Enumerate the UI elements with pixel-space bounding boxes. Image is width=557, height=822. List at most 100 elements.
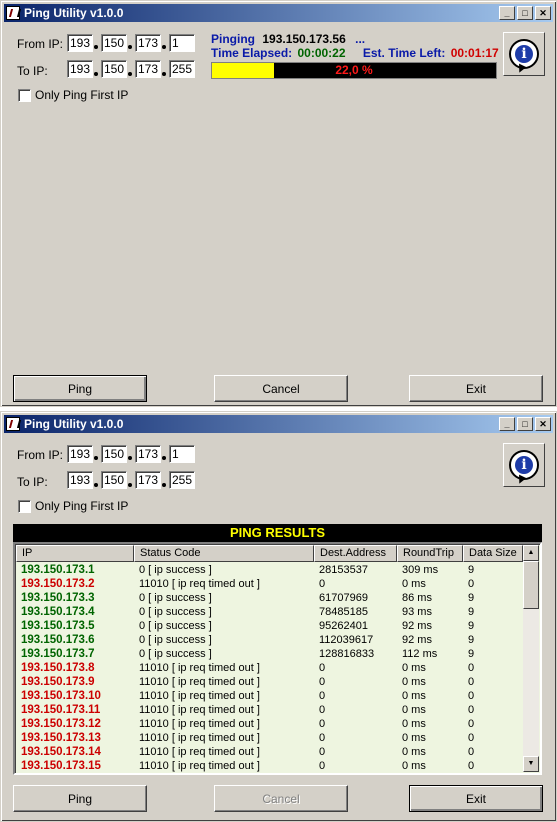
to-ip-octet-2[interactable]: 150: [101, 60, 127, 78]
exit-button[interactable]: Exit: [409, 375, 543, 402]
ping-results-list[interactable]: IP Status Code Dest.Address RoundTrip Da…: [13, 542, 542, 775]
cell-status-code: 0 [ ip success ]: [139, 634, 212, 646]
cell-dest-address: 28153537: [319, 564, 368, 576]
cell-data-size: 0: [468, 676, 475, 688]
to-ip-label: To IP:: [17, 64, 48, 78]
table-row[interactable]: 193.150.173.7 0 [ ip success ] 128816833 11…: [16, 647, 525, 661]
column-header-dest-address[interactable]: Dest.Address: [314, 545, 397, 562]
ping-utility-window-running: Ping Utility v1.0.0 _ □ ✕ From IP: 193 1…: [0, 0, 557, 407]
table-row[interactable]: 193.150.173.10 11010 [ ip req timed out ]…: [16, 689, 525, 703]
pinging-ip: 193.150.173.56: [262, 32, 346, 46]
table-row[interactable]: 193.150.173.14 11010 [ ip req timed out ]…: [16, 745, 525, 759]
from-ip-octet-1[interactable]: 193: [67, 34, 93, 52]
maximize-button[interactable]: □: [517, 6, 533, 20]
vertical-scrollbar[interactable]: ▲ ▼: [523, 545, 539, 772]
app-icon: [6, 6, 20, 20]
cell-roundtrip: 0 ms: [402, 690, 426, 702]
from-ip-octet-1[interactable]: 193: [67, 445, 93, 463]
only-ping-first-label[interactable]: Only Ping First IP: [35, 499, 128, 513]
ip-dot: [94, 483, 98, 487]
scroll-down-icon[interactable]: ▼: [523, 756, 539, 772]
column-header-data-size[interactable]: Data Size: [463, 545, 523, 562]
to-ip-label: To IP:: [17, 475, 48, 489]
cell-data-size: 0: [468, 662, 475, 674]
cell-ip: 193.150.173.4: [21, 606, 95, 618]
minimize-button[interactable]: _: [499, 417, 515, 431]
cell-roundtrip: 0 ms: [402, 718, 426, 730]
ping-button[interactable]: Ping: [13, 375, 147, 402]
cell-dest-address: 0: [319, 760, 326, 772]
info-icon: i: [509, 39, 539, 69]
only-ping-first-label[interactable]: Only Ping First IP: [35, 88, 128, 102]
maximize-button[interactable]: □: [517, 417, 533, 431]
window-title: Ping Utility v1.0.0: [24, 417, 124, 431]
close-button[interactable]: ✕: [535, 417, 551, 431]
table-row[interactable]: 193.150.173.3 0 [ ip success ] 61707969 86 …: [16, 591, 525, 605]
table-row[interactable]: 193.150.173.4 0 [ ip success ] 78485185 93 …: [16, 605, 525, 619]
cell-roundtrip: 93 ms: [402, 606, 432, 618]
cell-dest-address: 128816833: [319, 648, 375, 660]
table-row[interactable]: 193.150.173.2 11010 [ ip req timed out ] 0…: [16, 577, 525, 591]
table-row[interactable]: 193.150.173.1 0 [ ip success ] 28153537 309…: [16, 563, 525, 577]
cell-roundtrip: 0 ms: [402, 760, 426, 772]
table-row[interactable]: 193.150.173.6 0 [ ip success ] 112039617 92…: [16, 633, 525, 647]
cell-roundtrip: 0 ms: [402, 746, 426, 758]
cancel-button[interactable]: Cancel: [214, 375, 348, 402]
from-ip-octet-3[interactable]: 173: [135, 34, 161, 52]
cell-status-code: 0 [ ip success ]: [139, 620, 212, 632]
table-row[interactable]: 193.150.173.11 11010 [ ip req timed out ]…: [16, 703, 525, 717]
cell-status-code: 11010 [ ip req timed out ]: [139, 676, 260, 688]
pinging-label: Pinging: [211, 32, 255, 46]
table-row[interactable]: 193.150.173.8 11010 [ ip req timed out ] 0…: [16, 661, 525, 675]
from-ip-octet-4[interactable]: 1: [169, 34, 195, 52]
table-row[interactable]: 193.150.173.13 11010 [ ip req timed out ]…: [16, 731, 525, 745]
progress-text: 22,0 %: [335, 63, 373, 77]
title-bar[interactable]: Ping Utility v1.0.0 _ □ ✕: [4, 415, 553, 433]
exit-button[interactable]: Exit: [409, 785, 543, 812]
cell-dest-address: 0: [319, 662, 326, 674]
table-row[interactable]: 193.150.173.5 0 [ ip success ] 95262401 92 …: [16, 619, 525, 633]
from-ip-octet-2[interactable]: 150: [101, 445, 127, 463]
cell-roundtrip: 112 ms: [402, 648, 438, 660]
to-ip-octet-1[interactable]: 193: [67, 60, 93, 78]
time-status: Time Elapsed: 00:00:22 Est. Time Left: 0…: [211, 46, 499, 60]
only-ping-first-checkbox[interactable]: [18, 89, 31, 102]
cell-ip: 193.150.173.8: [21, 662, 95, 674]
only-ping-first-checkbox[interactable]: [18, 500, 31, 513]
column-header-status-code[interactable]: Status Code: [134, 545, 314, 562]
cell-ip: 193.150.173.14: [21, 746, 101, 758]
ping-button[interactable]: Ping: [13, 785, 147, 812]
column-header-roundtrip[interactable]: RoundTrip: [397, 545, 463, 562]
cell-ip: 193.150.173.3: [21, 592, 95, 604]
minimize-button[interactable]: _: [499, 6, 515, 20]
from-ip-octet-4[interactable]: 1: [169, 445, 195, 463]
from-ip-octet-2[interactable]: 150: [101, 34, 127, 52]
ip-dot: [128, 483, 132, 487]
table-row[interactable]: 193.150.173.12 11010 [ ip req timed out ]…: [16, 717, 525, 731]
to-ip-octet-1[interactable]: 193: [67, 471, 93, 489]
table-row[interactable]: 193.150.173.9 11010 [ ip req timed out ] 0…: [16, 675, 525, 689]
to-ip-octet-4[interactable]: 255: [169, 471, 195, 489]
cell-dest-address: 95262401: [319, 620, 368, 632]
table-row[interactable]: 193.150.173.15 11010 [ ip req timed out ]…: [16, 759, 525, 773]
ip-dot: [128, 72, 132, 76]
progress-bar: 22,0 %: [211, 62, 497, 79]
cell-dest-address: 0: [319, 746, 326, 758]
scroll-up-icon[interactable]: ▲: [523, 545, 539, 561]
close-button[interactable]: ✕: [535, 6, 551, 20]
pinging-ellipsis: ...: [355, 32, 366, 46]
scroll-thumb[interactable]: [523, 561, 539, 609]
title-bar[interactable]: Ping Utility v1.0.0 _ □ ✕: [4, 4, 553, 22]
app-icon: [6, 417, 20, 431]
info-button[interactable]: i: [503, 32, 545, 76]
cell-data-size: 9: [468, 648, 475, 660]
cell-ip: 193.150.173.2: [21, 578, 95, 590]
cell-ip: 193.150.173.13: [21, 732, 101, 744]
from-ip-octet-3[interactable]: 173: [135, 445, 161, 463]
column-header-ip[interactable]: IP: [16, 545, 134, 562]
to-ip-octet-3[interactable]: 173: [135, 471, 161, 489]
to-ip-octet-2[interactable]: 150: [101, 471, 127, 489]
to-ip-octet-3[interactable]: 173: [135, 60, 161, 78]
info-button[interactable]: i: [503, 443, 545, 487]
to-ip-octet-4[interactable]: 255: [169, 60, 195, 78]
